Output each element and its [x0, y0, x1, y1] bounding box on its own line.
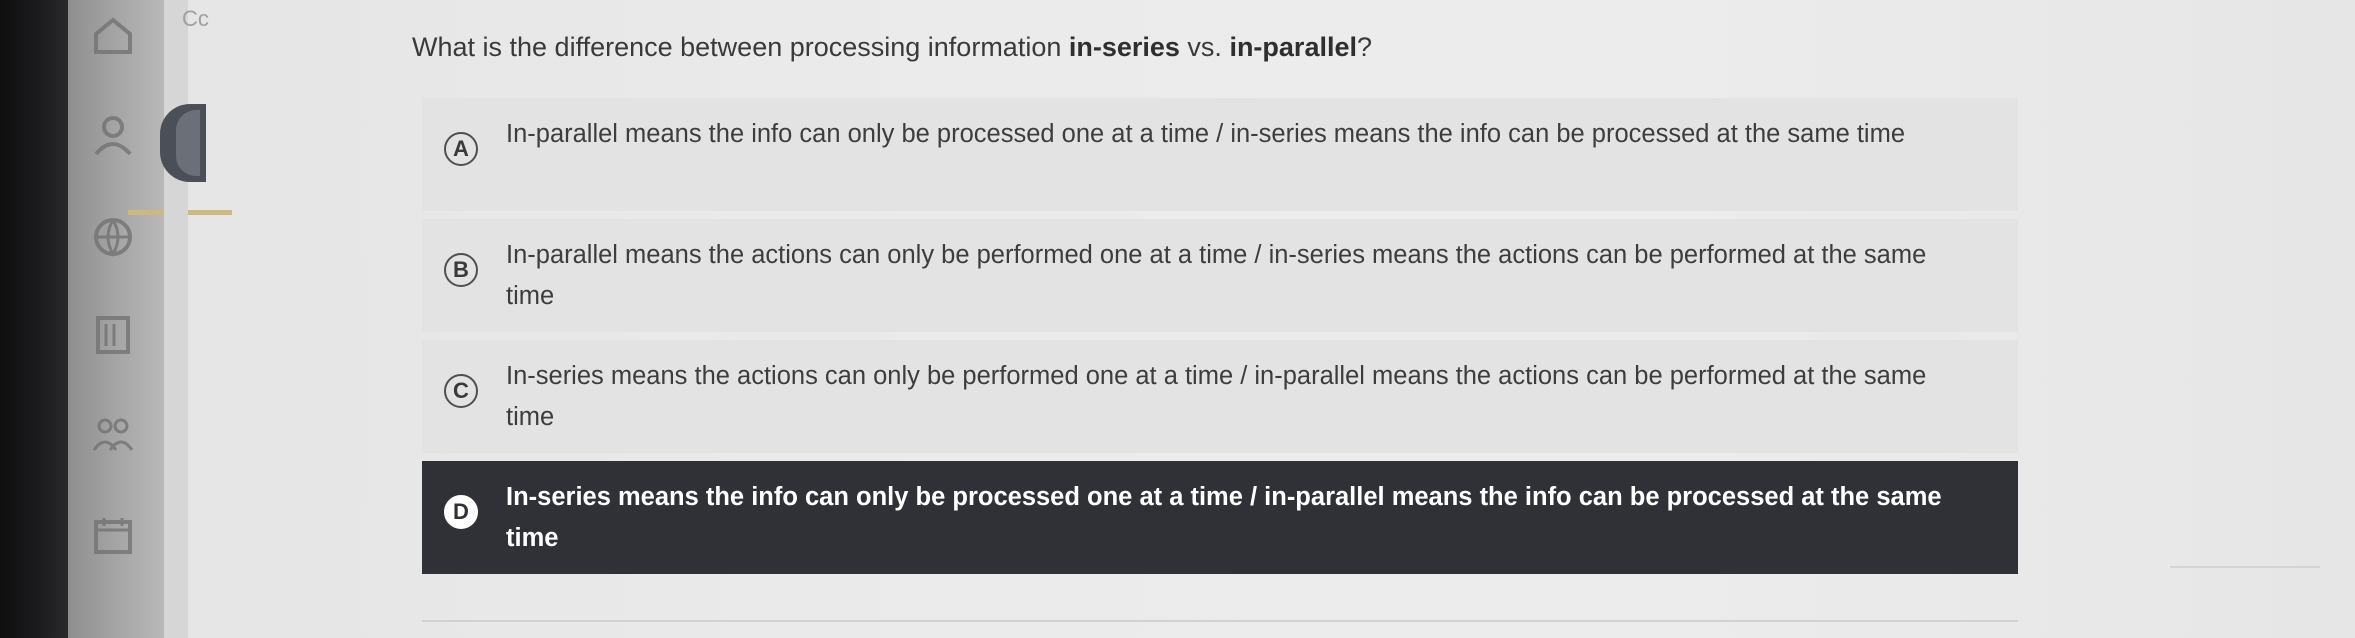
option-letter-c: C [444, 374, 478, 408]
book-icon[interactable] [90, 312, 136, 358]
option-a[interactable]: A In-parallel means the info can only be… [422, 98, 2018, 211]
monitor-bezel [0, 0, 68, 638]
content-bottom-divider [422, 620, 2018, 622]
sidebar [68, 0, 232, 638]
option-c[interactable]: C In-series means the actions can only b… [422, 340, 2018, 453]
option-text-c: In-series means the actions can only be … [506, 362, 1927, 431]
user-icon[interactable] [90, 112, 136, 158]
question-suffix: ? [1356, 32, 1373, 62]
option-b[interactable]: B In-parallel means the actions can only… [422, 219, 2018, 332]
option-text-b: In-parallel means the actions can only b… [506, 241, 1927, 310]
globe-icon[interactable] [90, 214, 136, 260]
option-letter-d: D [444, 495, 478, 529]
header-truncated-text: Cc [182, 6, 209, 31]
question-term-parallel: in-parallel [1229, 32, 1357, 62]
toggle-inner [176, 110, 200, 176]
people-icon[interactable] [90, 412, 136, 458]
question-term-series: in-series [1068, 32, 1180, 62]
option-d-selected[interactable]: D In-series means the info can only be p… [422, 461, 2018, 574]
option-text-d: In-series means the info can only be pro… [506, 483, 1942, 552]
calendar-icon[interactable] [90, 512, 136, 558]
screen: Cc What is the difference between proces… [0, 0, 2355, 638]
question-prefix: What is the difference between processin… [412, 32, 1069, 62]
question-text: What is the difference between processin… [412, 32, 1372, 63]
sidebar-divider [164, 0, 188, 638]
option-letter-a: A [444, 132, 478, 166]
option-letter-b: B [444, 253, 478, 287]
question-middle: vs. [1179, 32, 1230, 62]
home-icon[interactable] [90, 12, 136, 58]
right-edge-line [2170, 566, 2320, 568]
option-text-a: In-parallel means the info can only be p… [506, 120, 1906, 148]
answer-options: A In-parallel means the info can only be… [422, 98, 2018, 582]
